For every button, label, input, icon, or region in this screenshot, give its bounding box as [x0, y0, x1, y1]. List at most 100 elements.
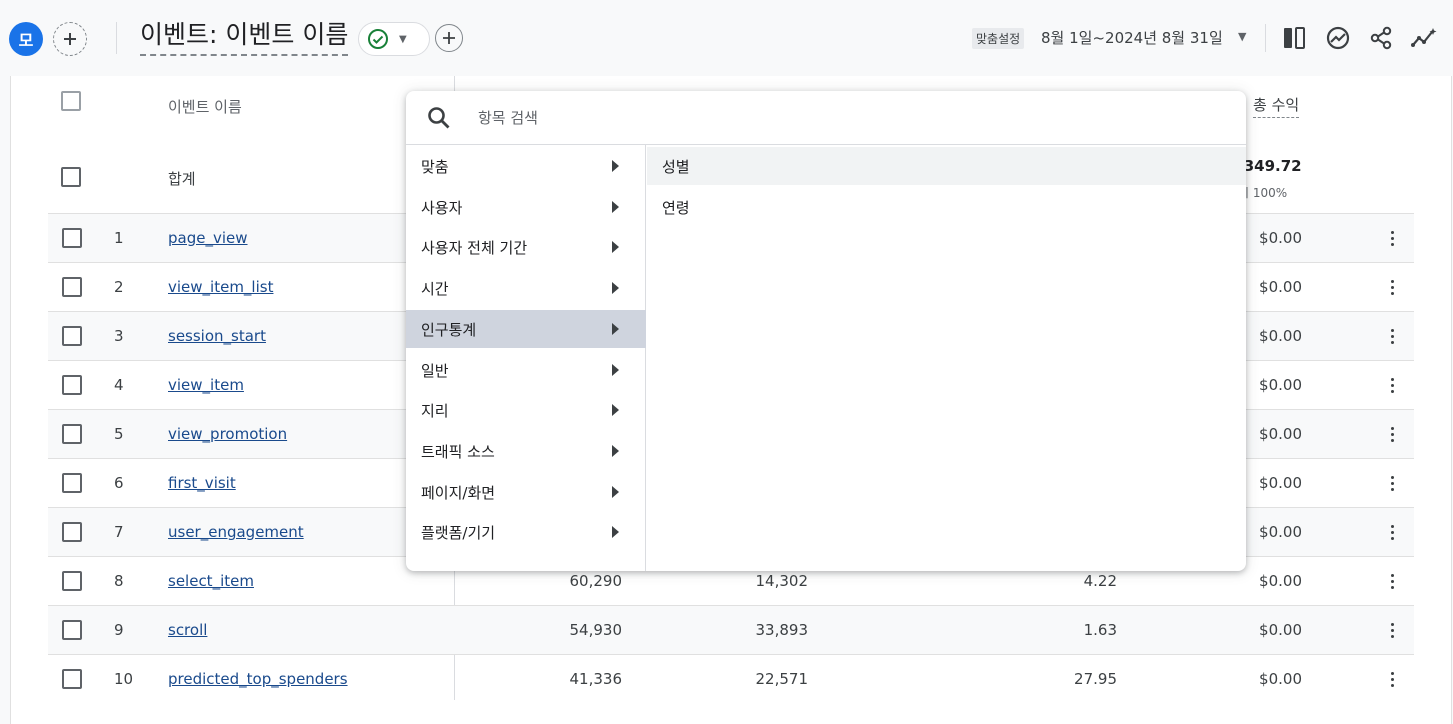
menu-category-label: 일반 — [421, 361, 449, 380]
event-name-link[interactable]: first_visit — [168, 474, 236, 492]
more-vert-icon[interactable] — [1388, 571, 1396, 591]
menu-category-item[interactable]: 사용자 전체 기간 — [406, 228, 646, 266]
more-vert-icon[interactable] — [1388, 228, 1396, 248]
row-checkbox[interactable] — [62, 228, 82, 248]
menu-subitem-label: 성별 — [662, 158, 690, 176]
menu-subitem-label: 연령 — [662, 198, 690, 217]
menu-category-label: 페이지/화면 — [421, 483, 496, 502]
metric-revenue: $0.00 — [1259, 621, 1302, 639]
compare-columns-icon[interactable] — [1280, 24, 1308, 52]
date-dropdown-caret-icon[interactable]: ▼ — [1238, 30, 1246, 43]
plus-icon — [443, 32, 455, 44]
share-icon[interactable] — [1367, 24, 1395, 52]
menu-category-label: 사용자 전체 기간 — [421, 239, 528, 258]
event-name-link[interactable]: view_item_list — [168, 278, 273, 296]
column-header-total-revenue[interactable]: 총 수익 — [1253, 94, 1300, 118]
subitem-list: 성별연령 — [647, 145, 1246, 571]
event-name-link[interactable]: view_promotion — [168, 425, 287, 443]
menu-category-label: 지리 — [421, 402, 449, 421]
row-checkbox[interactable] — [62, 424, 82, 444]
total-row-label: 합계 — [168, 170, 196, 188]
more-vert-icon[interactable] — [1388, 277, 1396, 297]
menu-category-item[interactable]: 트래픽 소스 — [406, 432, 646, 470]
menu-category-item[interactable]: 인구통계 — [406, 309, 646, 348]
row-checkbox[interactable] — [62, 277, 82, 297]
chevron-right-icon — [612, 241, 619, 254]
menu-category-item[interactable]: 시간 — [406, 269, 646, 307]
metric-event-count: 41,336 — [569, 670, 623, 688]
menu-category-label: 사용자 — [421, 198, 463, 217]
row-number: 2 — [114, 278, 124, 296]
date-custom-label[interactable]: 맞춤설정 — [972, 28, 1025, 49]
metric-events-per-user: 1.63 — [1083, 621, 1117, 639]
chevron-right-icon — [612, 526, 619, 539]
row-number: 8 — [114, 572, 124, 590]
row-checkbox[interactable] — [62, 522, 82, 542]
header-divider — [1265, 24, 1266, 52]
row-checkbox[interactable] — [62, 473, 82, 493]
row-number: 10 — [114, 670, 134, 688]
menu-category-item[interactable]: 페이지/화면 — [406, 473, 646, 511]
chevron-right-icon — [612, 485, 619, 498]
menu-subitem[interactable]: 연령 — [647, 188, 1246, 226]
menu-category-item[interactable]: 플랫폼/기기 — [406, 513, 646, 551]
metric-events-per-user: 27.95 — [1074, 670, 1117, 688]
more-vert-icon[interactable] — [1388, 375, 1396, 395]
event-name-link[interactable]: page_view — [168, 229, 248, 247]
metric-event-count: 54,930 — [569, 621, 623, 639]
row-number: 7 — [114, 523, 124, 541]
table-row[interactable]: 9 scroll 54,930 33,893 1.63 $0.00 — [48, 605, 1414, 654]
menu-category-item[interactable]: 사용자 — [406, 188, 646, 226]
category-list: 맞춤사용자사용자 전체 기간시간 인구통계일반지리트래픽 소스페이지/화면플랫폼/… — [406, 145, 646, 571]
chevron-right-icon — [612, 160, 619, 172]
row-checkbox[interactable] — [62, 620, 82, 640]
row-number: 6 — [114, 474, 124, 492]
row-number: 4 — [114, 376, 124, 394]
chevron-right-icon — [612, 282, 619, 295]
event-name-link[interactable]: user_engagement — [168, 523, 304, 541]
event-name-link[interactable]: select_item — [168, 572, 254, 590]
search-input[interactable]: 항목 검색 — [478, 107, 538, 128]
menu-category-item[interactable]: 맞춤 — [406, 147, 646, 185]
report-status-dropdown[interactable]: ▼ — [358, 22, 430, 56]
menu-category-label: 트래픽 소스 — [421, 442, 495, 461]
row-checkbox[interactable] — [62, 669, 82, 689]
more-vert-icon[interactable] — [1388, 473, 1396, 493]
menu-subitem[interactable]: 성별 — [647, 147, 1246, 185]
date-range[interactable]: 8월 1일~2024년 8월 31일 — [1041, 27, 1223, 48]
metric-total-users: 33,893 — [755, 621, 809, 639]
event-name-link[interactable]: view_item — [168, 376, 244, 394]
table-row[interactable]: 10 predicted_top_spenders 41,336 22,571 27.9… — [48, 654, 1414, 703]
menu-category-item[interactable]: 지리 — [406, 391, 646, 429]
row-number: 3 — [114, 327, 124, 345]
more-vert-icon[interactable] — [1388, 424, 1396, 444]
add-comparison-button[interactable] — [53, 22, 87, 56]
row-checkbox[interactable] — [62, 375, 82, 395]
metric-total-users: 14,302 — [755, 572, 809, 590]
chevron-right-icon — [612, 200, 619, 213]
more-vert-icon[interactable] — [1388, 522, 1396, 542]
select-all-checkbox-header[interactable] — [61, 91, 81, 111]
event-name-link[interactable]: scroll — [168, 621, 207, 639]
metric-revenue: $0.00 — [1259, 474, 1302, 492]
select-all-checkbox[interactable] — [61, 167, 81, 187]
event-name-link[interactable]: predicted_top_spenders — [168, 670, 348, 688]
more-vert-icon[interactable] — [1388, 620, 1396, 640]
menu-category-item[interactable]: 일반 — [406, 351, 646, 389]
add-filter-button[interactable] — [435, 24, 463, 52]
column-header-event-name[interactable]: 이벤트 이름 — [168, 96, 242, 117]
row-checkbox[interactable] — [62, 571, 82, 591]
insights-icon[interactable] — [1324, 24, 1352, 52]
more-vert-icon[interactable] — [1388, 669, 1396, 689]
metric-revenue: $0.00 — [1259, 572, 1302, 590]
metric-revenue: $0.00 — [1259, 425, 1302, 443]
event-name-link[interactable]: session_start — [168, 327, 266, 345]
more-vert-icon[interactable] — [1388, 326, 1396, 346]
row-checkbox[interactable] — [62, 326, 82, 346]
page-title[interactable]: 이벤트: 이벤트 이름 — [140, 18, 349, 56]
dimension-picker-menu: 항목 검색 맞춤사용자사용자 전체 기간시간 인구통계일반지리트래픽 소스페이지/… — [406, 91, 1246, 571]
menu-search-bar[interactable]: 항목 검색 — [406, 91, 1246, 145]
avatar[interactable]: 모 — [9, 22, 43, 56]
trend-sparkle-icon[interactable] — [1410, 24, 1438, 52]
metric-revenue: $0.00 — [1259, 670, 1302, 688]
